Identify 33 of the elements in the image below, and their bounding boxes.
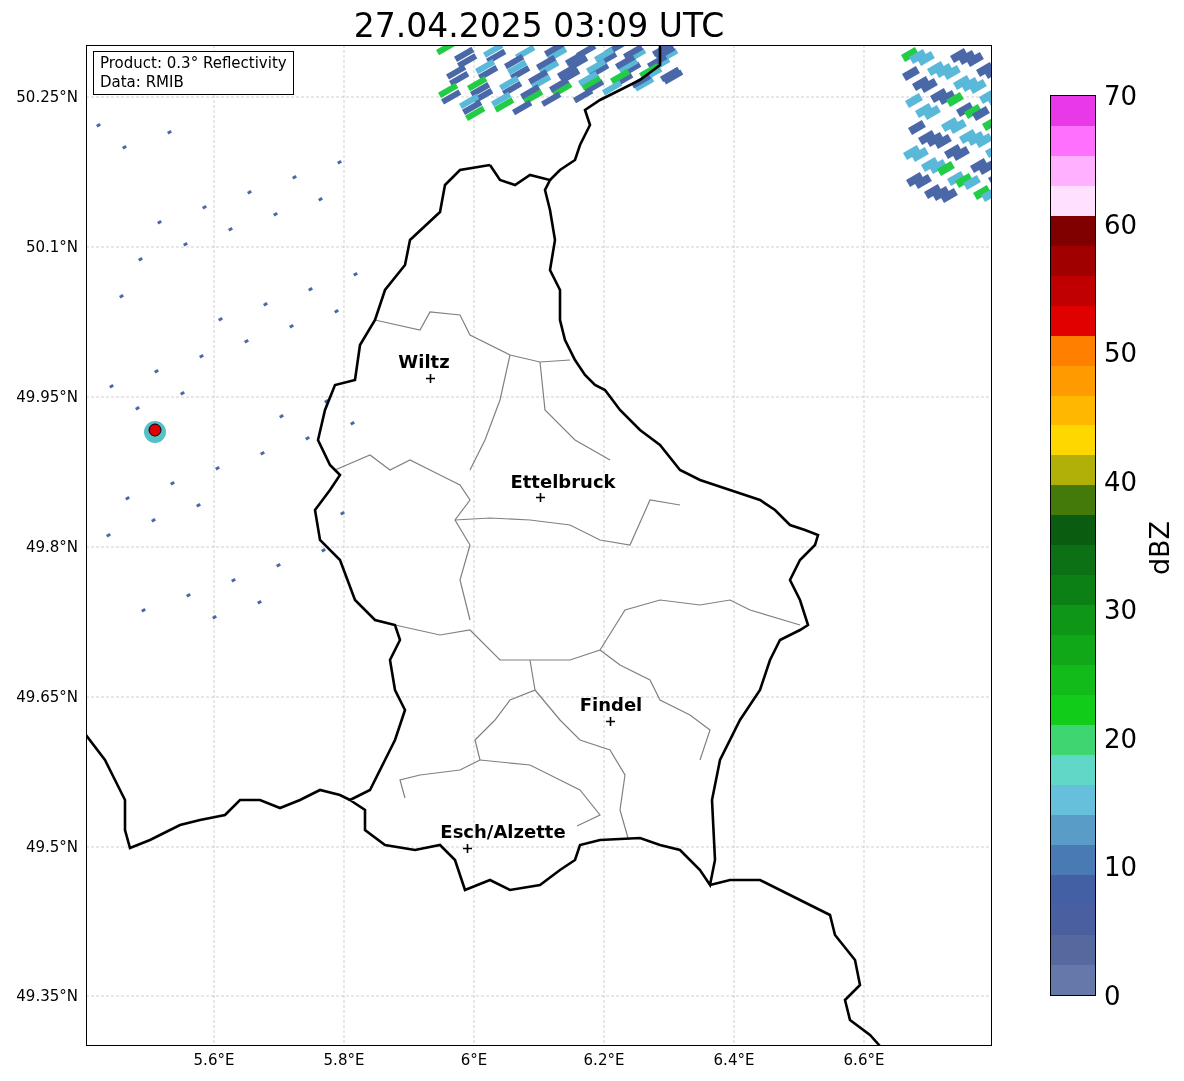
colorbar-tick-label: 60 xyxy=(1104,209,1138,240)
colorbar-tick-label: 0 xyxy=(1104,981,1121,1011)
colorbar-tick-label: 40 xyxy=(1104,466,1138,497)
longitude-label: 5.8°E xyxy=(322,1051,366,1069)
longitude-label: 5.6°E xyxy=(192,1051,236,1069)
longitude-label: 6.4°E xyxy=(712,1051,756,1069)
colorbar-label: dBZ xyxy=(1145,519,1175,578)
legend-text: Data: RMIB xyxy=(100,73,185,92)
plus-marker-icon xyxy=(536,493,545,502)
legend-text: Product: 0.3° Reflectivity xyxy=(100,54,287,73)
longitude-label: 6.2°E xyxy=(582,1051,626,1069)
colorbar-tick-label: 10 xyxy=(1104,852,1138,883)
longitude-label: 6°E xyxy=(459,1051,489,1069)
chart-title: 27.04.2025 03:09 UTC xyxy=(352,5,726,47)
latitude-label: 50.25°N xyxy=(15,88,78,106)
latitude-label: 49.5°N xyxy=(24,838,78,856)
latitude-label: 50.1°N xyxy=(24,238,78,256)
latitude-label: 49.95°N xyxy=(15,388,78,406)
colorbar-tick-label: 70 xyxy=(1104,81,1138,111)
colorbar-tick-label: 50 xyxy=(1104,338,1138,369)
city-label: Wiltz xyxy=(398,351,450,373)
latitude-label: 49.8°N xyxy=(24,538,78,556)
plus-marker-icon xyxy=(606,717,615,726)
longitude-label: 6.6°E xyxy=(842,1051,886,1069)
plus-marker-icon xyxy=(426,374,435,383)
latitude-label: 49.65°N xyxy=(15,688,78,706)
city-label: Esch/Alzette xyxy=(440,821,566,843)
plus-marker-icon xyxy=(463,844,472,853)
city-label: Findel xyxy=(579,694,643,716)
latitude-label: 49.35°N xyxy=(15,987,78,1005)
colorbar-tick-label: 30 xyxy=(1104,595,1138,626)
city-label: Ettelbruck xyxy=(510,471,616,493)
colorbar-tick-label: 20 xyxy=(1104,723,1138,754)
